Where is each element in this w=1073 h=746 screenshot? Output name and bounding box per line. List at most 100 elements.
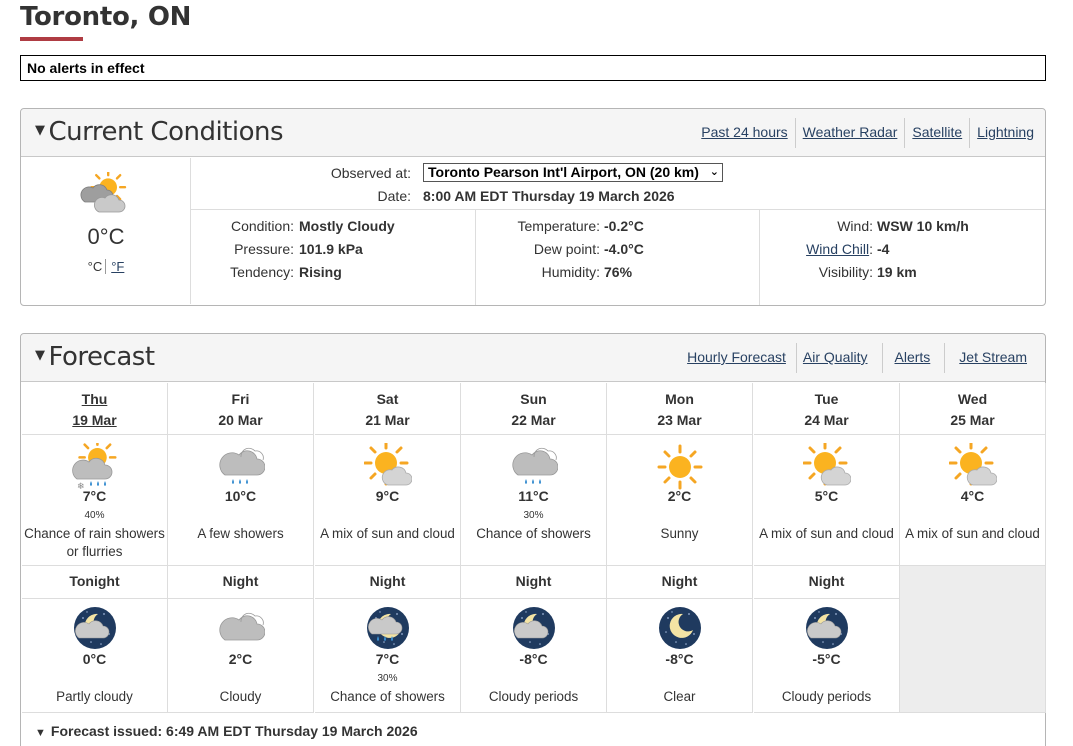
tendency-label: Tendency:	[230, 264, 294, 280]
link-alerts[interactable]: Alerts	[881, 343, 945, 373]
forecast-night-temp: 0°C	[82, 651, 107, 667]
forecast-night-cell: -5°C Cloudy periods	[754, 599, 900, 713]
forecast-empty-cell	[900, 566, 1046, 713]
collapse-triangle-icon[interactable]: ▼	[35, 727, 46, 739]
link-air-quality[interactable]: Air Quality	[795, 343, 882, 373]
forecast-night-summary: Cloudy	[219, 689, 262, 704]
cloud-rain-icon	[217, 443, 265, 489]
forecast-night-temp: -8°C	[665, 651, 694, 667]
link-jet-stream[interactable]: Jet Stream	[944, 343, 1035, 373]
conditions-column-3: Wind: WSW 10 km/h Wind Chill: -4 Visibilit…	[759, 210, 1045, 305]
current-conditions-heading: Current Conditions	[48, 117, 284, 147]
forecast-day-header[interactable]: Wed 25 Mar	[900, 383, 1046, 435]
moon-cloud-rain-icon	[364, 604, 412, 650]
temperature-value: -0.2°C	[604, 218, 644, 234]
day-name: Thu	[81, 391, 108, 407]
forecast-night-temp: 7°C	[375, 651, 400, 667]
forecast-day-temp: 10°C	[224, 488, 257, 504]
forecast-night-cell: 0°C Partly cloudy	[22, 599, 168, 713]
station-select[interactable]: Toronto Pearson Int'l Airport, ON (20 km…	[423, 163, 723, 182]
collapse-triangle-icon[interactable]: ▼	[35, 123, 45, 138]
station-select-value: Toronto Pearson Int'l Airport, ON (20 km…	[428, 164, 699, 180]
forecast-day-summary: Sunny	[660, 526, 699, 541]
cloud-icon	[217, 604, 265, 650]
forecast-day-pop: 40%	[84, 510, 105, 521]
forecast-links: Hourly Forecast Air Quality Alerts Jet S…	[680, 343, 1035, 373]
sun-cloud-icon	[948, 440, 997, 489]
day-date: 24 Mar	[804, 412, 849, 428]
forecast-heading: Forecast	[48, 342, 156, 372]
forecast-night-summary: Partly cloudy	[56, 689, 133, 704]
day-name: Fri	[231, 391, 250, 407]
windchill-value: -4	[877, 241, 890, 257]
forecast-night-header: Night	[754, 566, 900, 599]
moon-clear-icon	[656, 604, 704, 650]
forecast-day-header[interactable]: Tue 24 Mar	[754, 383, 900, 435]
forecast-issued[interactable]: ▼ Forecast issued: 6:49 AM EDT Thursday 1…	[35, 723, 418, 739]
forecast-header: ▼ Forecast Hourly Forecast Air Quality Al…	[21, 334, 1045, 382]
pressure-label: Pressure:	[234, 241, 294, 257]
forecast-night-temp: -8°C	[519, 651, 548, 667]
forecast-day-summary: A few showers	[197, 526, 284, 541]
forecast-night-summary: Clear	[663, 689, 696, 704]
moon-cloud-icon	[510, 604, 558, 650]
forecast-day-temp: 7°C	[82, 488, 107, 504]
forecast-day-temp: 5°C	[814, 488, 839, 504]
condition-label: Condition:	[230, 218, 294, 234]
forecast-night-cell: -8°C Clear	[607, 599, 753, 713]
forecast-title[interactable]: ▼ Forecast	[35, 342, 155, 372]
forecast-day-header[interactable]: Sat 21 Mar	[315, 383, 461, 435]
date-label: Date:	[377, 188, 411, 204]
link-hourly-forecast[interactable]: Hourly Forecast	[680, 343, 796, 373]
forecast-day-summary: A mix of sun and cloud	[759, 526, 894, 541]
forecast-night-cell: 7°C 30% Chance of showers	[315, 599, 461, 713]
forecast-day-temp: 11°C	[518, 488, 549, 504]
forecast-night-temp: -5°C	[812, 651, 841, 667]
forecast-night-cell: 2°C Cloudy	[168, 599, 314, 713]
visibility-value: 19 km	[877, 264, 917, 280]
link-weather-radar[interactable]: Weather Radar	[794, 118, 905, 148]
day-date: 21 Mar	[365, 412, 410, 428]
link-past-24-hours[interactable]: Past 24 hours	[694, 118, 794, 148]
current-conditions-panel: ▼ Current Conditions Past 24 hours Weathe…	[20, 108, 1046, 306]
forecast-day-summary: A mix of sun and cloud	[320, 526, 455, 541]
page-title: Toronto, ON	[20, 2, 192, 32]
mostly-cloudy-icon	[80, 172, 127, 213]
forecast-night-header: Night	[168, 566, 314, 599]
current-conditions-title[interactable]: ▼ Current Conditions	[35, 117, 284, 147]
forecast-day-header[interactable]: Fri 20 Mar	[168, 383, 314, 435]
forecast-day-header[interactable]: Thu 19 Mar	[22, 383, 168, 435]
day-name: Tue	[814, 391, 839, 407]
title-underline	[20, 37, 83, 41]
temperature-label: Temperature:	[517, 218, 600, 234]
forecast-night-header: Night	[315, 566, 461, 599]
pressure-value: 101.9 kPa	[299, 241, 363, 257]
forecast-day-cell: 10°C A few showers	[168, 435, 314, 566]
sun-cloud-rain-snow-icon: ❄	[71, 438, 119, 491]
forecast-night-cell: -8°C Cloudy periods	[461, 599, 607, 713]
forecast-night-header: Night	[461, 566, 607, 599]
forecast-day-cell: 9°C A mix of sun and cloud	[315, 435, 461, 566]
visibility-label: Visibility:	[818, 264, 873, 280]
link-satellite[interactable]: Satellite	[904, 118, 969, 148]
forecast-day-header[interactable]: Mon 23 Mar	[607, 383, 753, 435]
day-date: 22 Mar	[511, 412, 556, 428]
forecast-night-temp: 2°C	[228, 651, 253, 667]
day-name: Sat	[376, 391, 399, 407]
forecast-night-summary: Cloudy periods	[781, 689, 872, 704]
forecast-day-header[interactable]: Sun 22 Mar	[461, 383, 607, 435]
windchill-link[interactable]: Wind Chill	[806, 241, 869, 257]
day-name: Wed	[957, 391, 988, 407]
forecast-day-cell: 5°C A mix of sun and cloud	[754, 435, 900, 566]
day-date: 25 Mar	[950, 412, 995, 428]
forecast-day-summary: A mix of sun and cloud	[905, 526, 1040, 541]
dewpoint-label: Dew point:	[533, 241, 600, 257]
collapse-triangle-icon[interactable]: ▼	[35, 348, 45, 363]
sun-cloud-icon	[363, 440, 412, 489]
current-conditions-links: Past 24 hours Weather Radar Satellite Li…	[694, 118, 1041, 148]
tendency-value: Rising	[299, 264, 342, 280]
forecast-night-summary: Chance of showers	[330, 689, 445, 704]
wind-value: WSW 10 km/h	[877, 218, 969, 234]
link-lightning[interactable]: Lightning	[969, 118, 1041, 148]
moon-cloud-icon	[71, 604, 119, 650]
